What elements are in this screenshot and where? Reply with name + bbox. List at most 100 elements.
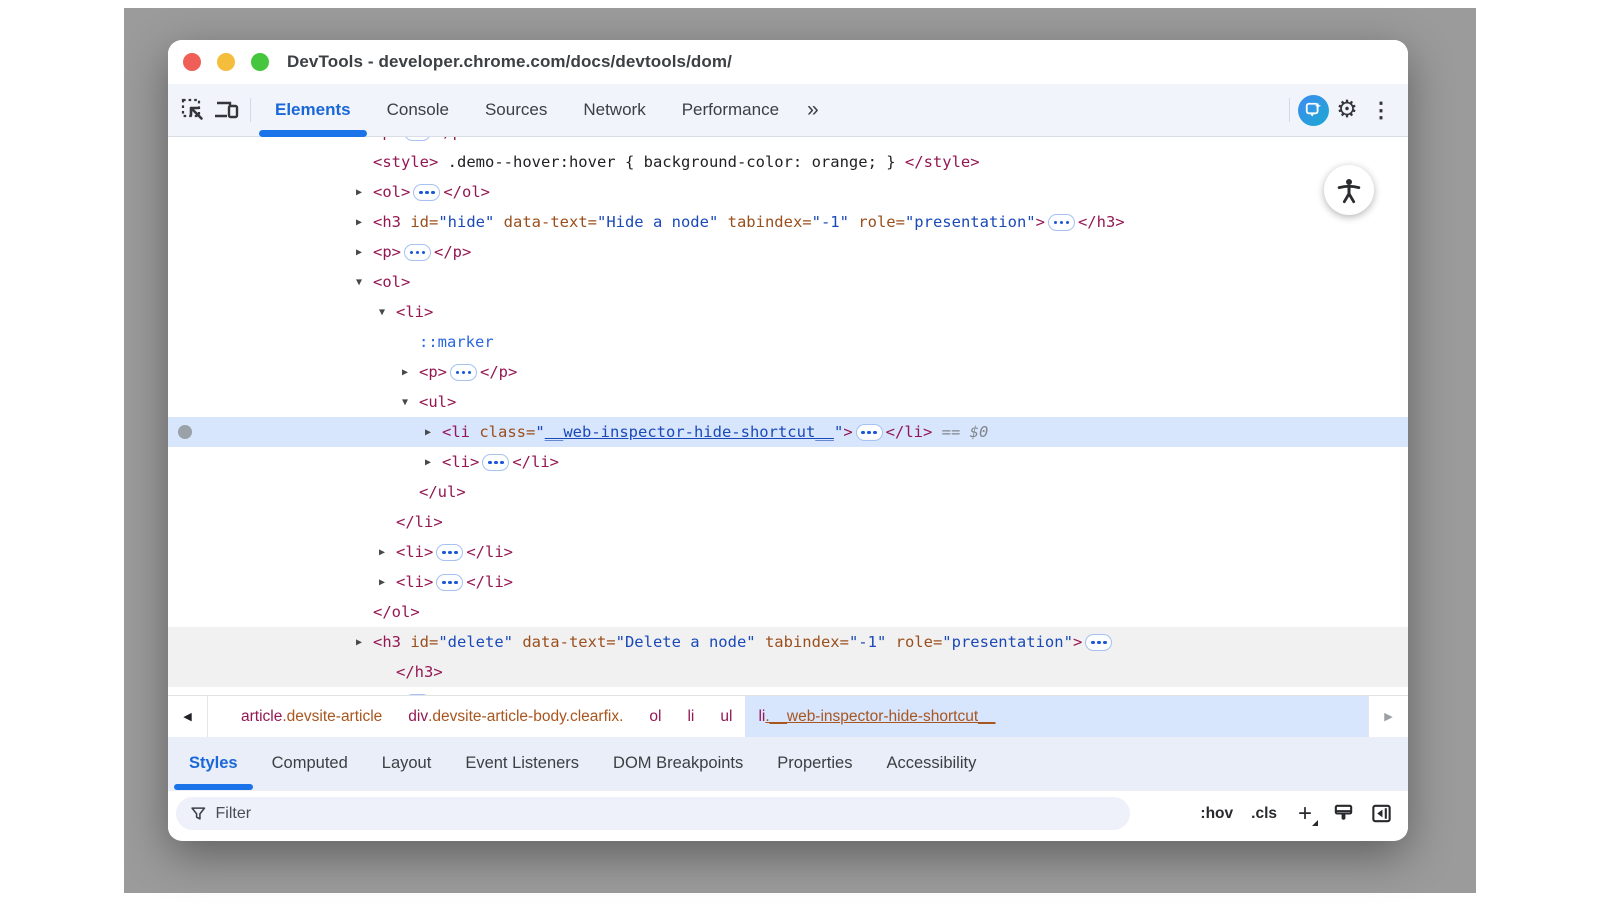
code-token: "hide" [438,213,494,231]
close-button[interactable] [183,53,201,71]
code-token: tabindex= [756,633,849,651]
dom-tree-row[interactable]: ▼<ul> [168,387,1408,417]
dom-tree-row[interactable]: ▼<ol> [168,267,1408,297]
code-token: id= [401,633,438,651]
code-token: "Delete a node" [616,633,756,651]
expand-ellipsis-button[interactable] [436,574,463,591]
code-token: " [834,423,843,441]
disclosure-arrow-icon[interactable]: ▶ [356,628,373,658]
breadcrumb-item[interactable]: li [674,696,707,737]
tab-sources[interactable]: Sources [467,84,565,136]
disclosure-arrow-icon[interactable]: ▶ [356,688,373,696]
code-token: </li> [512,453,559,471]
code-token: </p> [434,243,471,261]
tab-console[interactable]: Console [369,84,467,136]
disclosure-arrow-icon[interactable]: ▶ [425,448,442,478]
devtools-menu-button[interactable]: ⋮ [1364,93,1398,127]
tab-performance[interactable]: Performance [664,84,797,136]
expand-ellipsis-button[interactable] [404,694,431,695]
dom-tree-row[interactable]: ▶<p></p> [168,357,1408,387]
breadcrumb-token: div [408,708,428,726]
dom-tree-row[interactable]: ▶<h3 id="delete" data-text="Delete a nod… [168,627,1408,657]
disclosure-arrow-icon[interactable]: ▼ [379,298,396,328]
breadcrumb-token: li [758,708,765,726]
expand-ellipsis-button[interactable] [404,244,431,261]
expand-ellipsis-button[interactable] [413,184,440,201]
tab-elements[interactable]: Elements [257,84,369,136]
disclosure-arrow-icon[interactable]: ▶ [356,238,373,268]
code-token: <li> [442,453,479,471]
tab-network[interactable]: Network [565,84,663,136]
breadcrumb-item[interactable]: div.devsite-article-body.clearfix. [395,696,636,737]
sidebar-tab-computed[interactable]: Computed [255,737,365,790]
sidebar-tab-dom-breakpoints[interactable]: DOM Breakpoints [596,737,760,790]
dom-tree-row[interactable]: <style> .demo--hover:hover { background-… [168,147,1408,177]
expand-ellipsis-button[interactable] [1048,214,1075,231]
sidebar-tab-event-listeners[interactable]: Event Listeners [448,737,596,790]
selected-node-marker [178,425,192,439]
minimize-button[interactable] [217,53,235,71]
disclosure-arrow-icon[interactable]: ▶ [356,208,373,238]
code-token: </style> [905,153,980,171]
breadcrumb-item[interactable]: li.__web-inspector-hide-shortcut__ [745,696,1368,737]
rendering-emulation-button[interactable] [1326,797,1360,831]
disclosure-arrow-icon[interactable]: ▼ [356,268,373,298]
code-token: == [932,423,969,441]
dom-tree-row[interactable]: </ol> [168,597,1408,627]
dom-tree-row[interactable]: ▶<p></p> [168,687,1408,695]
dom-tree-row[interactable]: ▶<li> </li> [168,447,1408,477]
sidebar-tab-properties[interactable]: Properties [760,737,869,790]
expand-ellipsis-button[interactable] [482,454,509,471]
disclosure-arrow-icon[interactable]: ▼ [402,388,419,418]
disclosure-arrow-icon[interactable]: ▶ [379,538,396,568]
dom-tree-row[interactable]: </h3> [168,657,1408,687]
breadcrumb-item[interactable]: article.devsite-article [228,696,395,737]
sidebar-tab-label: Event Listeners [465,754,579,773]
expand-ellipsis-button[interactable] [436,544,463,561]
dom-tree-row[interactable]: </li> [168,507,1408,537]
element-classes-button[interactable]: .cls [1244,805,1284,823]
breadcrumb-item[interactable]: ol [636,696,674,737]
filter-input[interactable] [216,805,1116,823]
dom-tree-row[interactable]: ::marker [168,327,1408,357]
sidebar-tab-layout[interactable]: Layout [365,737,449,790]
expand-ellipsis-button[interactable] [856,424,883,441]
toggle-sidebar-button[interactable] [1364,797,1398,831]
disclosure-arrow-icon[interactable]: ▶ [356,137,373,148]
breadcrumb-scroll-left-button[interactable]: ◀ [168,696,208,737]
dom-tree-row[interactable]: ▶<ol></ol> [168,177,1408,207]
dom-tree-row[interactable]: </ul> [168,477,1408,507]
new-style-rule-button[interactable]: + [1288,797,1322,831]
disclosure-arrow-icon[interactable]: ▶ [379,568,396,598]
code-token: id= [401,213,438,231]
styles-filter-field[interactable] [176,797,1130,830]
dom-tree-row[interactable]: ▼<li> [168,297,1408,327]
toggle-element-state-button[interactable]: :hov [1193,805,1240,823]
sidebar-tab-accessibility[interactable]: Accessibility [869,737,993,790]
disclosure-arrow-icon[interactable]: ▶ [356,178,373,208]
breadcrumb-scroll-right-button[interactable]: ▶ [1368,696,1408,737]
dom-tree-row[interactable]: ▶<h3 id="hide" data-text="Hide a node" t… [168,207,1408,237]
code-token: </li> [466,573,513,591]
dom-tree-row[interactable]: ▶<p></p> [168,137,1408,147]
more-panels-button[interactable]: » [797,98,829,122]
ai-assistance-button[interactable] [1296,93,1330,127]
expand-ellipsis-button[interactable] [450,364,477,381]
dom-tree-row[interactable]: ▶<li class="__web-inspector-hide-shortcu… [168,417,1408,447]
titlebar: DevTools - developer.chrome.com/docs/dev… [168,40,1408,84]
disclosure-arrow-icon[interactable]: ▶ [402,358,419,388]
zoom-button[interactable] [251,53,269,71]
expand-ellipsis-button[interactable] [404,137,431,141]
settings-button[interactable]: ⚙ [1330,93,1364,127]
inspect-element-button[interactable] [176,93,210,127]
dom-tree-row[interactable]: ▶<li></li> [168,537,1408,567]
expand-ellipsis-button[interactable] [1085,634,1112,651]
sidebar-tab-styles[interactable]: Styles [172,737,255,790]
kebab-menu-icon: ⋮ [1371,100,1392,121]
dom-tree-row[interactable]: ▶<p></p> [168,237,1408,267]
device-toolbar-button[interactable] [210,93,244,127]
breadcrumb-item[interactable]: ul [707,696,745,737]
disclosure-arrow-icon[interactable]: ▶ [425,418,442,448]
dom-tree-row[interactable]: ▶<li></li> [168,567,1408,597]
code-token: "presentation" [942,633,1073,651]
